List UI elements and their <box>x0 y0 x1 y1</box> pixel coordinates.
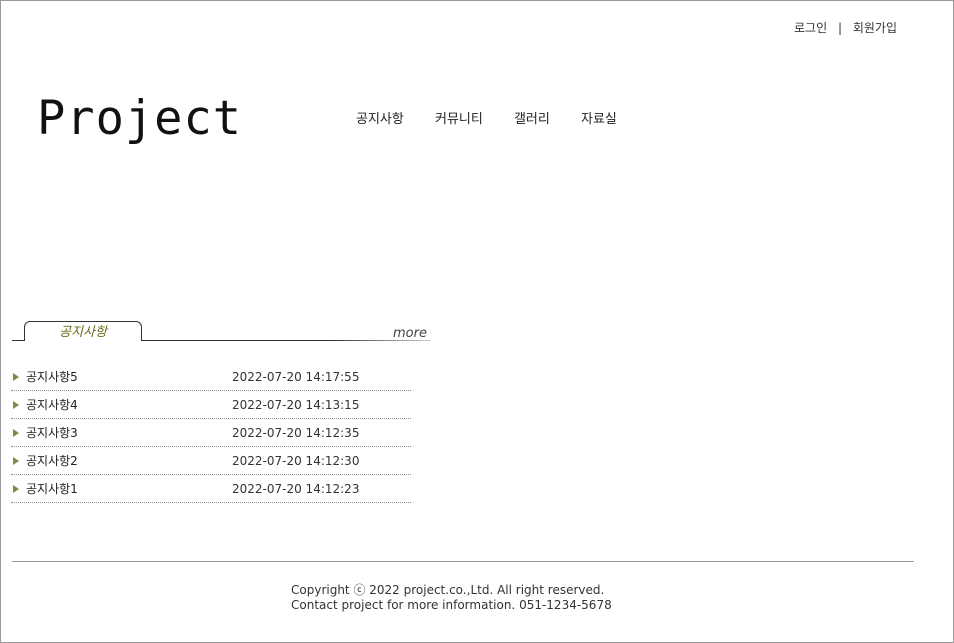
notice-date: 2022-07-20 14:12:35 <box>232 426 360 440</box>
triangle-bullet-icon <box>13 457 19 465</box>
notice-title[interactable]: 공지사항4 <box>26 392 78 418</box>
notice-title[interactable]: 공지사항3 <box>26 420 78 446</box>
triangle-bullet-icon <box>13 429 19 437</box>
more-link[interactable]: more <box>393 326 427 341</box>
notice-tab[interactable]: 공지사항 <box>24 321 142 341</box>
notice-title[interactable]: 공지사항1 <box>26 476 78 502</box>
list-item[interactable]: 공지사항5 2022-07-20 14:17:55 <box>11 364 411 391</box>
nav-item-gallery[interactable]: 갤러리 <box>514 108 550 127</box>
top-links: 로그인 | 회원가입 <box>794 19 897 36</box>
notice-date: 2022-07-20 14:12:23 <box>232 482 360 496</box>
footer: Copyright ⓒ 2022 project.co.,Ltd. All ri… <box>291 583 612 613</box>
footer-contact: Contact project for more information. 05… <box>291 598 612 612</box>
triangle-bullet-icon <box>13 485 19 493</box>
nav-item-archive[interactable]: 자료실 <box>581 108 617 127</box>
notice-title[interactable]: 공지사항5 <box>26 364 78 390</box>
triangle-bullet-icon <box>13 401 19 409</box>
top-links-separator: | <box>837 21 842 35</box>
list-item[interactable]: 공지사항1 2022-07-20 14:12:23 <box>11 476 411 503</box>
list-item[interactable]: 공지사항4 2022-07-20 14:13:15 <box>11 392 411 419</box>
list-item[interactable]: 공지사항3 2022-07-20 14:12:35 <box>11 420 411 447</box>
notice-list: 공지사항5 2022-07-20 14:17:55 공지사항4 2022-07-… <box>11 364 411 503</box>
footer-copyright: Copyright ⓒ 2022 project.co.,Ltd. All ri… <box>291 583 605 597</box>
site-logo[interactable]: Project <box>37 89 242 149</box>
notice-title[interactable]: 공지사항2 <box>26 448 78 474</box>
nav-item-notice[interactable]: 공지사항 <box>356 108 404 127</box>
signup-link[interactable]: 회원가입 <box>853 19 897 36</box>
nav-item-community[interactable]: 커뮤니티 <box>435 108 483 127</box>
notice-date: 2022-07-20 14:13:15 <box>232 398 360 412</box>
main-nav: 공지사항 커뮤니티 갤러리 자료실 <box>356 108 644 127</box>
footer-divider <box>12 561 914 562</box>
triangle-bullet-icon <box>13 373 19 381</box>
login-link[interactable]: 로그인 <box>794 19 827 36</box>
notice-date: 2022-07-20 14:12:30 <box>232 454 360 468</box>
notice-date: 2022-07-20 14:17:55 <box>232 370 360 384</box>
page-frame: 로그인 | 회원가입 Project 공지사항 커뮤니티 갤러리 자료실 공지사… <box>0 0 954 643</box>
list-item[interactable]: 공지사항2 2022-07-20 14:12:30 <box>11 448 411 475</box>
